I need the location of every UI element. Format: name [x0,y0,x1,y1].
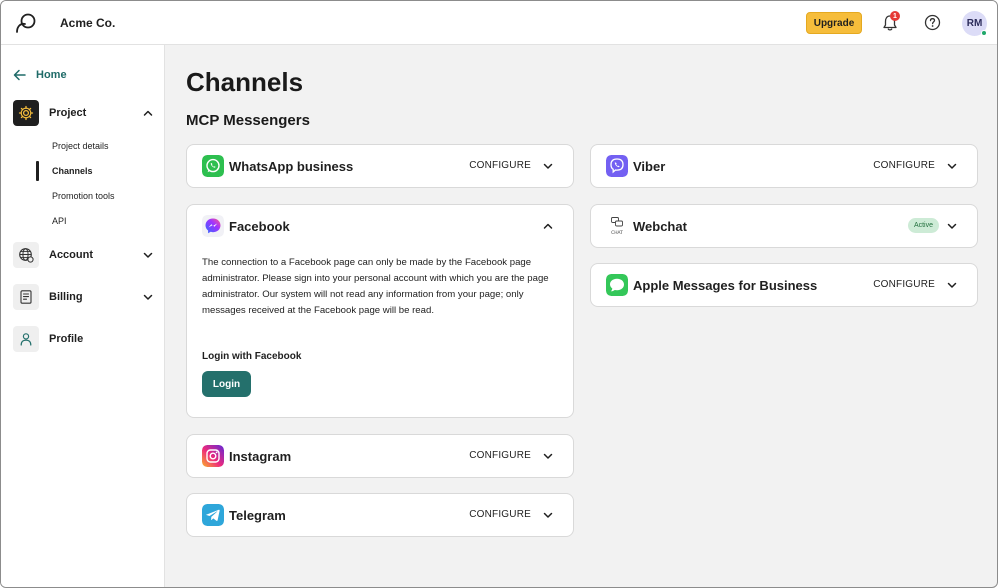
chat-icon-caption: CHAT [611,230,623,236]
sidebar-item-profile[interactable]: Profile [13,326,155,352]
channel-card-viber[interactable]: Viber CONFIGURE [590,144,978,188]
instagram-icon [202,445,224,467]
active-item-marker [36,161,39,181]
home-link[interactable]: Home [13,69,67,81]
sidebar-subitem-api[interactable]: API [52,216,67,226]
facebook-login-button[interactable]: Login [202,371,251,397]
messenger-icon [202,215,224,237]
channel-name: Instagram [229,449,292,464]
telegram-icon [202,504,224,526]
channel-card-telegram[interactable]: Telegram CONFIGURE [186,493,574,537]
channel-card-header[interactable]: Viber CONFIGURE [591,145,977,187]
configure-link[interactable]: CONFIGURE [469,160,531,171]
chevron-up-icon[interactable] [143,108,153,118]
channel-card-header[interactable]: Facebook [187,205,573,247]
sidebar-item-account[interactable]: Account [13,242,155,268]
configure-link[interactable]: CONFIGURE [873,160,935,171]
channel-card-header[interactable]: CHAT Webchat Active [591,205,977,247]
channel-card-instagram[interactable]: Instagram CONFIGURE [186,434,574,478]
sidebar-subitem-project-details[interactable]: Project details [52,141,109,151]
section-title: MCP Messengers [186,112,310,129]
logo-icon[interactable] [15,12,37,34]
viber-icon [606,155,628,177]
online-status-dot [981,30,987,36]
sidebar-subitem-channels[interactable]: Channels [52,166,93,176]
whatsapp-icon [202,155,224,177]
upgrade-button[interactable]: Upgrade [806,12,862,34]
chevron-down-icon[interactable] [947,221,957,231]
channel-name: Apple Messages for Business [633,278,818,293]
sidebar-item-billing[interactable]: Billing [13,284,155,310]
sidebar-label-project: Project [49,107,87,119]
facebook-login-label: Login with Facebook [202,351,302,362]
sidebar-subitem-promotion-tools[interactable]: Promotion tools [52,191,115,201]
channel-card-header[interactable]: Telegram CONFIGURE [187,494,573,536]
channel-name: WhatsApp business [229,159,354,174]
billing-icon [13,284,39,310]
help-icon[interactable] [924,14,941,31]
status-badge: Active [907,218,939,233]
app-window: Acme Co. Upgrade 1 RM Home Project Proje… [0,0,998,588]
chevron-up-icon[interactable] [543,221,553,231]
chevron-down-icon[interactable] [543,161,553,171]
channel-name: Telegram [229,508,286,523]
arrow-left-icon [13,69,26,81]
channel-name: Webchat [633,219,687,234]
person-icon [13,326,39,352]
sidebar: Home Project Project details Channels Pr… [1,45,165,587]
configure-link[interactable]: CONFIGURE [469,450,531,461]
channel-name: Viber [633,159,666,174]
chevron-down-icon[interactable] [143,250,153,260]
facebook-description: The connection to a Facebook page can on… [202,257,549,316]
page-title: Channels [186,67,304,97]
gear-icon [13,100,39,126]
apple-messages-icon [606,274,628,296]
chevron-down-icon[interactable] [143,292,153,302]
channel-card-webchat[interactable]: CHAT Webchat Active [590,204,978,248]
channel-card-header[interactable]: WhatsApp business CONFIGURE [187,145,573,187]
chevron-down-icon[interactable] [543,451,553,461]
channel-card-header[interactable]: Apple Messages for Business CONFIGURE [591,264,977,306]
company-name: Acme Co. [60,16,116,30]
channel-card-facebook: Facebook The connection to a Facebook pa… [186,204,574,418]
channel-card-header[interactable]: Instagram CONFIGURE [187,435,573,477]
top-bar: Acme Co. Upgrade 1 RM [1,1,997,45]
sidebar-item-project[interactable]: Project [13,100,155,126]
chevron-down-icon[interactable] [947,280,957,290]
chevron-down-icon[interactable] [947,161,957,171]
globe-icon [13,242,39,268]
chat-icon: CHAT [611,217,623,236]
home-label: Home [36,69,67,81]
channel-card-apple-messages[interactable]: Apple Messages for Business CONFIGURE [590,263,978,307]
channel-card-whatsapp[interactable]: WhatsApp business CONFIGURE [186,144,574,188]
sidebar-label-account: Account [49,249,93,261]
chevron-down-icon[interactable] [543,510,553,520]
sidebar-label-profile: Profile [49,333,84,345]
configure-link[interactable]: CONFIGURE [469,509,531,520]
notification-badge: 1 [890,11,900,21]
sidebar-label-billing: Billing [49,291,83,303]
configure-link[interactable]: CONFIGURE [873,279,935,290]
channel-name: Facebook [229,219,290,234]
